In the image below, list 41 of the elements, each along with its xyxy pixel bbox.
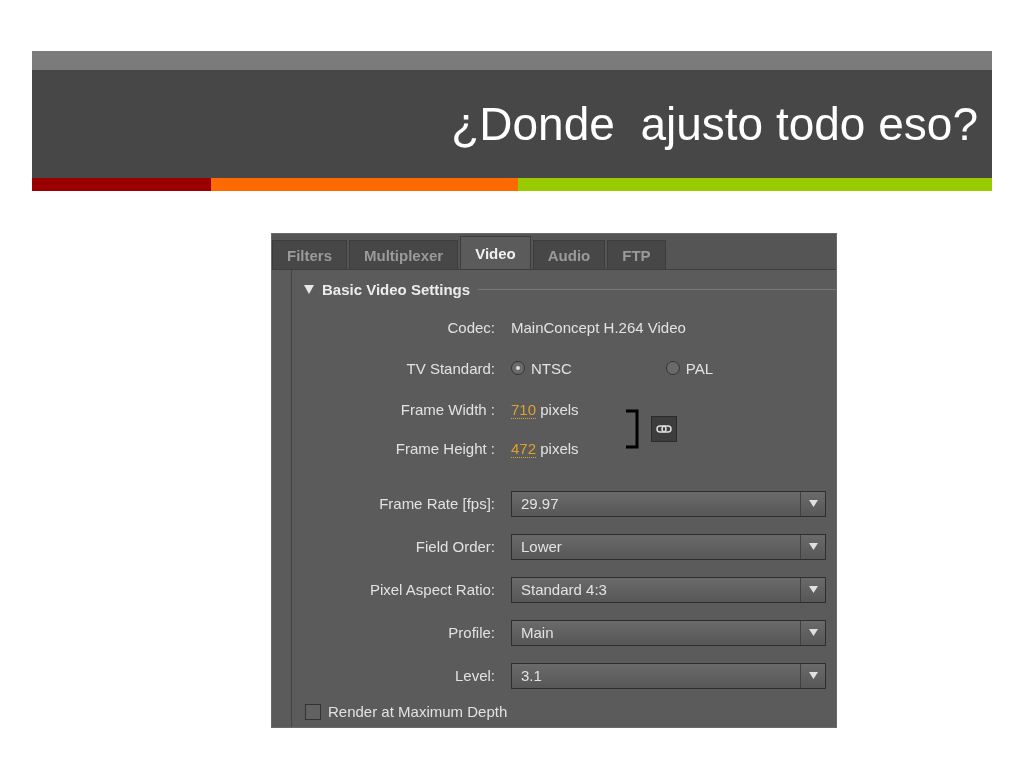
tab[interactable]: Multiplexer: [349, 240, 459, 269]
dropdown-arrow-icon: [808, 629, 818, 636]
section-title: Basic Video Settings: [322, 280, 471, 298]
field-label: Profile:: [447, 624, 495, 641]
field-label: Level:: [453, 667, 495, 684]
unit-label: pixels: [540, 401, 579, 418]
field-label: Pixel Aspect Ratio:: [368, 581, 495, 598]
field-label: Frame Rate [fps]:: [378, 495, 495, 512]
dropdown[interactable]: Standard 4:3: [511, 576, 826, 603]
dropdown-arrow-icon: [808, 500, 818, 507]
radio-button[interactable]: [665, 361, 680, 375]
dropdown[interactable]: Main: [511, 619, 826, 646]
field-label: Codec:: [446, 318, 495, 336]
slide-title: ¿Donde ajusto todo eso?: [451, 97, 978, 151]
radio-label: NTSC: [531, 359, 572, 377]
tab[interactable]: FTP: [607, 240, 666, 269]
field-label: Frame Height :: [394, 440, 495, 457]
dropdown[interactable]: Lower: [511, 533, 826, 560]
dropdown-arrow-icon: [808, 586, 818, 593]
radio-label: PAL: [685, 359, 714, 377]
dropdown[interactable]: 3.1: [511, 662, 826, 689]
radio-button[interactable]: [511, 361, 525, 375]
field-label: TV Standard:: [405, 359, 495, 377]
dropdown[interactable]: 29.97: [511, 490, 826, 517]
chain-link-icon: [655, 424, 672, 434]
link-button[interactable]: [650, 416, 677, 442]
dropdown-arrow-icon: [808, 672, 818, 679]
bracket-icon: [624, 409, 639, 449]
tab[interactable]: Audio: [532, 240, 606, 269]
number-field[interactable]: 710: [511, 401, 537, 419]
checkbox[interactable]: [305, 703, 321, 720]
dropdown-arrow-icon: [808, 543, 818, 550]
field-value: MainConcept H.264 Video: [511, 318, 687, 336]
checkbox-label: Render at Maximum Depth: [328, 703, 508, 720]
tab[interactable]: Video: [460, 236, 531, 269]
field-label: Frame Width :: [399, 401, 495, 418]
tab[interactable]: Filters: [272, 240, 347, 269]
unit-label: pixels: [540, 440, 579, 457]
disclosure-triangle-icon[interactable]: [304, 284, 314, 294]
number-field[interactable]: 472: [511, 440, 537, 458]
field-label: Field Order:: [414, 538, 495, 555]
